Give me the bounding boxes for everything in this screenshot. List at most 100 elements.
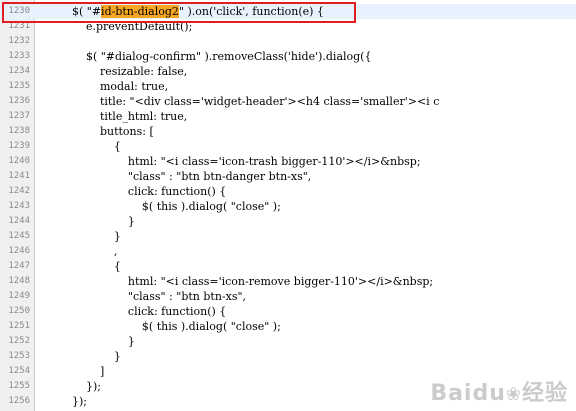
- code-segment: $( this ).dialog( "close" );: [44, 200, 281, 213]
- code-line[interactable]: 1233 $( "#dialog-confirm" ).removeClass(…: [0, 49, 576, 64]
- code-text[interactable]: }: [44, 229, 121, 244]
- code-segment: title_html: true,: [44, 110, 188, 123]
- code-segment: title: "<div class='widget-header'><h4 c…: [44, 95, 440, 108]
- code-line[interactable]: 1240 html: "<i class='icon-trash bigger-…: [0, 154, 576, 169]
- code-line[interactable]: 1246 ,: [0, 244, 576, 259]
- code-text[interactable]: {: [44, 259, 121, 274]
- code-line[interactable]: 1252 }: [0, 334, 576, 349]
- code-text[interactable]: });: [44, 379, 101, 394]
- line-number: 1233: [8, 51, 30, 61]
- code-segment: ,: [44, 245, 118, 258]
- code-text[interactable]: }: [44, 214, 135, 229]
- line-number: 1234: [8, 66, 30, 76]
- line-number: 1246: [8, 246, 30, 256]
- code-line[interactable]: 1243 $( this ).dialog( "close" );: [0, 199, 576, 214]
- code-segment: }: [44, 230, 121, 243]
- code-text[interactable]: html: "<i class='icon-remove bigger-110'…: [44, 274, 433, 289]
- code-line[interactable]: 1236 title: "<div class='widget-header'>…: [0, 94, 576, 109]
- line-number: 1247: [8, 261, 30, 271]
- code-segment: buttons: [: [44, 125, 154, 138]
- code-segment: click: function() {: [44, 305, 227, 318]
- code-line[interactable]: 1241 "class" : "btn btn-danger btn-xs",: [0, 169, 576, 184]
- line-number: 1244: [8, 216, 30, 226]
- code-text[interactable]: "class" : "btn btn-danger btn-xs",: [44, 169, 311, 184]
- code-segment: }: [44, 215, 135, 228]
- code-text[interactable]: $( "#id-btn-dialog2" ).on('click', funct…: [44, 4, 324, 19]
- line-number: 1230: [8, 6, 30, 16]
- line-number: 1232: [8, 36, 30, 46]
- code-text[interactable]: $( this ).dialog( "close" );: [44, 319, 281, 334]
- code-segment: click: function() {: [44, 185, 227, 198]
- code-line[interactable]: 1248 html: "<i class='icon-remove bigger…: [0, 274, 576, 289]
- code-text[interactable]: e.preventDefault();: [44, 19, 192, 34]
- line-number: 1255: [8, 381, 30, 391]
- code-segment: resizable: false,: [44, 65, 188, 78]
- code-text[interactable]: modal: true,: [44, 79, 168, 94]
- line-number: 1251: [8, 321, 30, 331]
- line-number: 1248: [8, 276, 30, 286]
- code-line[interactable]: 1238 buttons: [: [0, 124, 576, 139]
- code-line[interactable]: 1237 title_html: true,: [0, 109, 576, 124]
- code-segment: modal: true,: [44, 80, 169, 93]
- code-line[interactable]: 1247 {: [0, 259, 576, 274]
- code-line[interactable]: 1242 click: function() {: [0, 184, 576, 199]
- line-number: 1238: [8, 126, 30, 136]
- code-text[interactable]: $( this ).dialog( "close" );: [44, 199, 281, 214]
- code-segment: " ).on('click', function(e) {: [178, 5, 324, 18]
- line-number: 1250: [8, 306, 30, 316]
- code-segment: });: [44, 380, 101, 393]
- code-text[interactable]: click: function() {: [44, 304, 226, 319]
- code-segment: "class" : "btn btn-xs",: [44, 290, 247, 303]
- code-text[interactable]: ,: [44, 244, 118, 259]
- code-line[interactable]: 1245 }: [0, 229, 576, 244]
- code-line[interactable]: 1244 }: [0, 214, 576, 229]
- code-segment: ]: [44, 365, 105, 378]
- code-text[interactable]: }: [44, 334, 135, 349]
- code-text[interactable]: title: "<div class='widget-header'><h4 c…: [44, 94, 439, 109]
- line-number: 1254: [8, 366, 30, 376]
- code-line[interactable]: 1251 $( this ).dialog( "close" );: [0, 319, 576, 334]
- code-segment: html: "<i class='icon-remove bigger-110'…: [44, 275, 434, 288]
- search-match-highlight: id-btn-dialog2: [101, 5, 179, 18]
- code-text[interactable]: title_html: true,: [44, 109, 187, 124]
- code-segment: {: [44, 260, 121, 273]
- code-segment: $( this ).dialog( "close" );: [44, 320, 281, 333]
- code-text[interactable]: ]: [44, 364, 104, 379]
- code-line[interactable]: 1249 "class" : "btn btn-xs",: [0, 289, 576, 304]
- line-number: 1243: [8, 201, 30, 211]
- code-text[interactable]: }: [44, 349, 121, 364]
- code-line[interactable]: 1235 modal: true,: [0, 79, 576, 94]
- line-number: 1239: [8, 141, 30, 151]
- code-line[interactable]: 1253 }: [0, 349, 576, 364]
- code-segment: }: [44, 350, 121, 363]
- code-line[interactable]: 1230 $( "#id-btn-dialog2" ).on('click', …: [0, 4, 576, 19]
- watermark-suffix: 经验: [521, 381, 568, 406]
- code-segment: html: "<i class='icon-trash bigger-110'>…: [44, 155, 421, 168]
- code-text[interactable]: buttons: [: [44, 124, 154, 139]
- code-text[interactable]: {: [44, 139, 121, 154]
- code-line[interactable]: 1234 resizable: false,: [0, 64, 576, 79]
- line-number: 1252: [8, 336, 30, 346]
- line-number: 1237: [8, 111, 30, 121]
- code-editor[interactable]: 1230 $( "#id-btn-dialog2" ).on('click', …: [0, 0, 576, 411]
- code-line[interactable]: 1232: [0, 34, 576, 49]
- line-number: 1235: [8, 81, 30, 91]
- line-number: 1253: [8, 351, 30, 361]
- code-text[interactable]: click: function() {: [44, 184, 226, 199]
- code-text[interactable]: resizable: false,: [44, 64, 187, 79]
- code-segment: e.preventDefault();: [44, 20, 193, 33]
- line-number: 1236: [8, 96, 30, 106]
- code-line[interactable]: 1231 e.preventDefault();: [0, 19, 576, 34]
- code-line[interactable]: 1239 {: [0, 139, 576, 154]
- code-text[interactable]: html: "<i class='icon-trash bigger-110'>…: [44, 154, 421, 169]
- code-text[interactable]: });: [44, 394, 87, 409]
- code-segment: $( "#: [44, 5, 102, 18]
- code-segment: "class" : "btn btn-danger btn-xs",: [44, 170, 312, 183]
- code-text[interactable]: "class" : "btn btn-xs",: [44, 289, 246, 304]
- code-text[interactable]: $( "#dialog-confirm" ).removeClass('hide…: [44, 49, 372, 64]
- code-line[interactable]: 1250 click: function() {: [0, 304, 576, 319]
- watermark-logo: Baidu❀经验: [430, 375, 568, 407]
- watermark-text: Baidu: [430, 381, 506, 406]
- code-segment: {: [44, 140, 121, 153]
- line-number: 1241: [8, 171, 30, 181]
